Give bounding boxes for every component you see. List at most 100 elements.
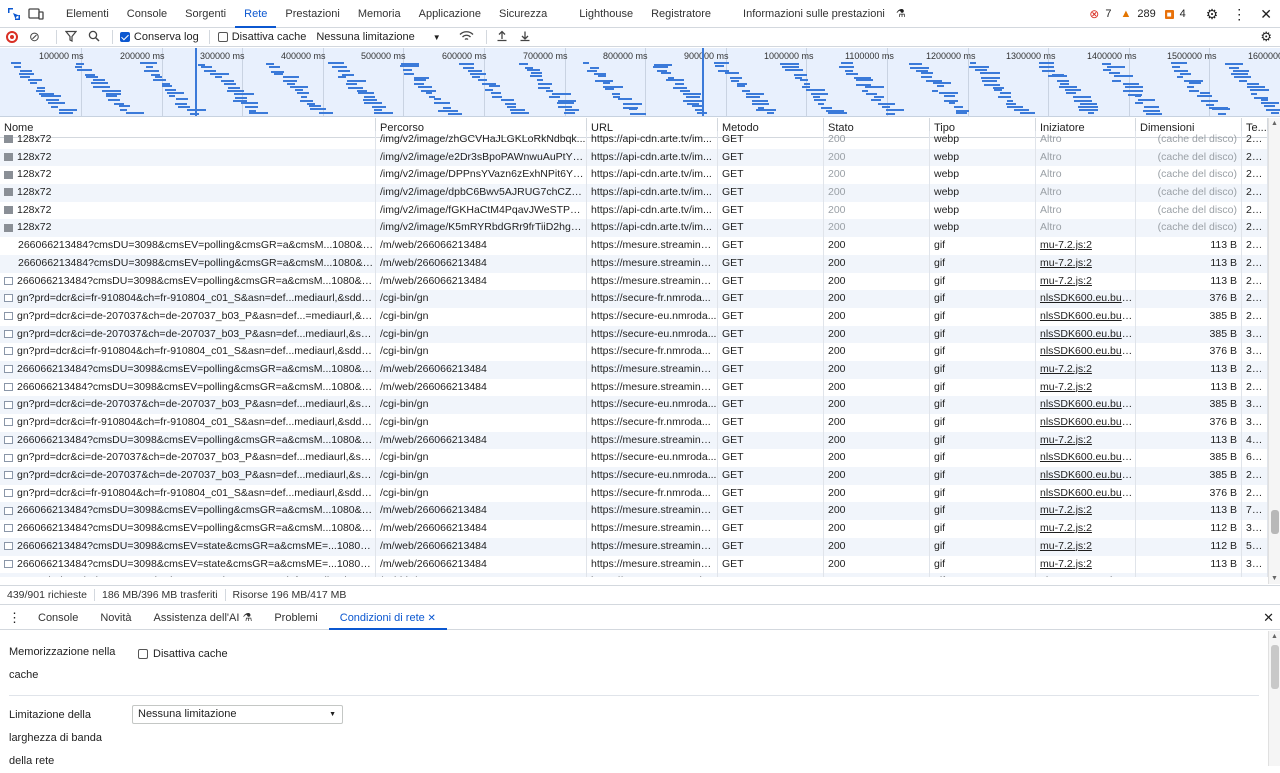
tab-elementi[interactable]: Elementi xyxy=(57,0,118,28)
table-row[interactable]: 266066213484?cmsDU=3098&cmsEV=polling&cm… xyxy=(0,378,1268,397)
table-scrollbar[interactable]: ▲ ▼ xyxy=(1268,118,1280,584)
scroll-thumb[interactable] xyxy=(1271,645,1279,689)
preserve-log-checkbox[interactable]: Conserva log xyxy=(119,31,199,43)
cell-init[interactable]: nlsSDK600.eu.bundle. xyxy=(1036,325,1136,344)
cell-size: 385 B xyxy=(1136,396,1242,414)
cell-init[interactable]: nlsSDK600.eu.bundle. xyxy=(1036,449,1136,468)
table-row[interactable]: gn?prd=dcr&ci=fr-910804&ch=fr-910804_c01… xyxy=(0,484,1268,503)
tab-memoria[interactable]: Memoria xyxy=(349,0,410,28)
table-row[interactable]: 266066213484?cmsDU=3098&cmsEV=polling&cm… xyxy=(0,520,1268,538)
cell-init[interactable]: mu-7.2.js:2 xyxy=(1036,520,1136,538)
cell-init[interactable]: mu-7.2.js:2 xyxy=(1036,555,1136,574)
table-row[interactable]: 128x72/img/v2/image/fGKHaCtM4PqavJWeSTPV… xyxy=(0,201,1268,220)
tab-console[interactable]: Console xyxy=(118,0,176,28)
settings-gear-icon[interactable]: ⚙ xyxy=(1206,6,1219,23)
drawer-tab-condizioni-di-rete[interactable]: Condizioni di rete ✕ xyxy=(328,606,447,630)
cell-init[interactable]: mu-7.2.js:2 xyxy=(1036,254,1136,273)
cell-size: 112 B xyxy=(1136,520,1242,538)
throttling-select[interactable]: Nessuna limitazione ▼ xyxy=(316,31,440,43)
cell-init[interactable]: mu-7.2.js:2 xyxy=(1036,237,1136,255)
scroll-up-icon[interactable]: ▲ xyxy=(1271,120,1278,127)
tab-sicurezza[interactable]: Sicurezza xyxy=(490,0,556,28)
disable-cache-checkbox[interactable]: Disattiva cache xyxy=(217,31,306,43)
table-row[interactable]: 128x72/img/v2/image/DPPnsYVazn6zExhNPit6… xyxy=(0,166,1268,185)
timeline-request-bar xyxy=(811,92,828,95)
cell-init[interactable]: nlsSDK600.eu.bundle. xyxy=(1036,396,1136,414)
drawer-disable-cache-checkbox[interactable]: Disattiva cache xyxy=(138,648,228,660)
cell-init[interactable]: mu-7.2.js:2 xyxy=(1036,360,1136,379)
close-devtools-icon[interactable]: ✕ xyxy=(1260,6,1272,23)
table-row[interactable]: 266066213484?cmsDU=3098&cmsEV=polling&cm… xyxy=(0,431,1268,450)
drawer-tab-assistenza-dell-ai[interactable]: Assistenza dell'AI ⚗ xyxy=(143,606,264,630)
table-row[interactable]: gn?prd=dcr&ci=fr-910804&ch=fr-910804_c01… xyxy=(0,414,1268,432)
tab-lighthouse[interactable]: Lighthouse xyxy=(570,0,642,28)
table-row[interactable]: gn?prd=dcr&ci=de-207037&ch=de-207037_b03… xyxy=(0,449,1268,468)
cell-init[interactable]: nlsSDK600.eu.bundle. xyxy=(1036,414,1136,432)
cell-init[interactable]: nlsSDK600.eu.bundle. xyxy=(1036,467,1136,485)
tab-rete[interactable]: Rete xyxy=(235,0,277,28)
cell-init[interactable]: mu-7.2.js:2 xyxy=(1036,502,1136,521)
table-row[interactable]: 266066213484?cmsDU=3098&cmsEV=polling&cm… xyxy=(0,360,1268,379)
network-settings-gear-icon[interactable]: ⚙ xyxy=(1260,29,1272,45)
tab-sorgenti[interactable]: Sorgenti xyxy=(176,0,235,28)
cell-url: https://secure-eu.nmroda... xyxy=(587,449,718,468)
cell-path: /m/web/266066213484 xyxy=(376,237,587,255)
drawer-scrollbar[interactable]: ▲ xyxy=(1268,631,1280,766)
device-toolbar-icon[interactable] xyxy=(27,5,45,23)
table-row[interactable]: gn?prd=dcr&ci=fr-910804&ch=fr-910804_c01… xyxy=(0,343,1268,361)
issue-counters[interactable]: ⊗ 7 ▲ 289 ■ 4 ⚙ ⋮ ✕ xyxy=(1089,0,1280,28)
scroll-down-icon[interactable]: ▼ xyxy=(1271,575,1278,582)
table-row[interactable]: gn?prd=dcr&ci=de-207037&ch=de-207037_b03… xyxy=(0,325,1268,344)
table-row[interactable]: 128x72/img/v2/image/zhGCVHaJLGKLoRkNdbqk… xyxy=(0,131,1268,149)
cell-init[interactable]: mu-7.2.js:2 xyxy=(1036,431,1136,450)
bandwidth-throttle-select[interactable]: Nessuna limitazione ▼ xyxy=(132,705,343,724)
scroll-thumb[interactable] xyxy=(1271,510,1279,534)
more-options-icon[interactable]: ⋮ xyxy=(1232,6,1246,23)
network-overview-timeline[interactable]: 100000 ms 200000 ms 300000 ms 400000 ms 5000… xyxy=(0,48,1280,117)
cell-init[interactable]: mu-7.2.js:2 xyxy=(1036,272,1136,291)
close-tab-icon[interactable]: ✕ xyxy=(425,613,436,624)
table-row[interactable]: gn?prd=dcr&ci=de-207037&ch=de-207037_b03… xyxy=(0,307,1268,326)
table-row[interactable]: 266066213484?cmsDU=3098&cmsEV=polling&cm… xyxy=(0,272,1268,291)
table-row[interactable]: 128x72/img/v2/image/e2Dr3sBpoPAWnwuAuPtY… xyxy=(0,148,1268,167)
inspect-element-icon[interactable] xyxy=(5,5,23,23)
timeline-selection-end-handle[interactable] xyxy=(702,48,704,116)
cell-init[interactable]: nlsSDK600.eu.bundle. xyxy=(1036,343,1136,361)
table-row[interactable]: 266066213484?cmsDU=3098&cmsEV=polling&cm… xyxy=(0,502,1268,521)
table-row[interactable]: 266066213484?cmsDU=3098&cmsEV=polling&cm… xyxy=(0,237,1268,255)
request-name: gn?prd=dcr&ci=de-207037&ch=de-207037_b03… xyxy=(17,327,376,340)
search-icon[interactable] xyxy=(88,30,100,45)
clear-icon[interactable]: ⊘ xyxy=(29,29,40,45)
tab-registratore[interactable]: Registratore xyxy=(642,0,720,28)
table-row[interactable]: 266066213484?cmsDU=3098&cmsEV=state&cmsG… xyxy=(0,537,1268,556)
scroll-up-icon[interactable]: ▲ xyxy=(1271,633,1278,640)
export-har-icon[interactable] xyxy=(519,30,531,45)
table-row[interactable]: gn?prd=dcr&ci=de-207037&ch=de-207037_b03… xyxy=(0,573,1268,577)
table-row[interactable]: gn?prd=dcr&ci=de-207037&ch=de-207037_b03… xyxy=(0,467,1268,485)
tab-prestazioni[interactable]: Prestazioni xyxy=(276,0,348,28)
timeline-selection-start-handle[interactable] xyxy=(195,48,197,116)
cell-init[interactable]: nlsSDK600.eu.bundle. xyxy=(1036,307,1136,326)
close-drawer-icon[interactable]: ✕ xyxy=(1263,610,1274,626)
record-stop-icon[interactable] xyxy=(6,31,18,43)
table-row[interactable]: 266066213484?cmsDU=3098&cmsEV=polling&cm… xyxy=(0,254,1268,273)
table-row[interactable]: 128x72/img/v2/image/dpbC6Bwv5AJRUG7chCZG… xyxy=(0,184,1268,202)
cell-init[interactable]: nlsSDK600.eu.bundle. xyxy=(1036,573,1136,577)
table-row[interactable]: 266066213484?cmsDU=3098&cmsEV=state&cmsG… xyxy=(0,555,1268,574)
drawer-menu-icon[interactable]: ⋮ xyxy=(8,610,21,626)
table-row[interactable]: gn?prd=dcr&ci=de-207037&ch=de-207037_b03… xyxy=(0,396,1268,414)
table-row[interactable]: gn?prd=dcr&ci=fr-910804&ch=fr-910804_c01… xyxy=(0,290,1268,308)
cell-init[interactable]: nlsSDK600.eu.bundle. xyxy=(1036,484,1136,503)
tab-informazioni-sulle-prestazioni[interactable]: Informazioni sulle prestazioni xyxy=(734,0,894,28)
drawer-tab-console[interactable]: Console xyxy=(27,606,89,630)
filter-icon[interactable] xyxy=(64,30,78,45)
drawer-tab-problemi[interactable]: Problemi xyxy=(263,606,328,630)
cell-init[interactable]: nlsSDK600.eu.bundle. xyxy=(1036,290,1136,308)
tab-applicazione[interactable]: Applicazione xyxy=(410,0,490,28)
table-row[interactable]: 128x72/img/v2/image/K5mRYRbdGRr9frTiiD2h… xyxy=(0,219,1268,238)
drawer-tab-novit-[interactable]: Novità xyxy=(89,606,142,630)
cell-init[interactable]: mu-7.2.js:2 xyxy=(1036,378,1136,397)
network-conditions-wifi-icon[interactable] xyxy=(459,30,474,45)
cell-init[interactable]: mu-7.2.js:2 xyxy=(1036,537,1136,556)
import-har-icon[interactable] xyxy=(496,30,508,45)
